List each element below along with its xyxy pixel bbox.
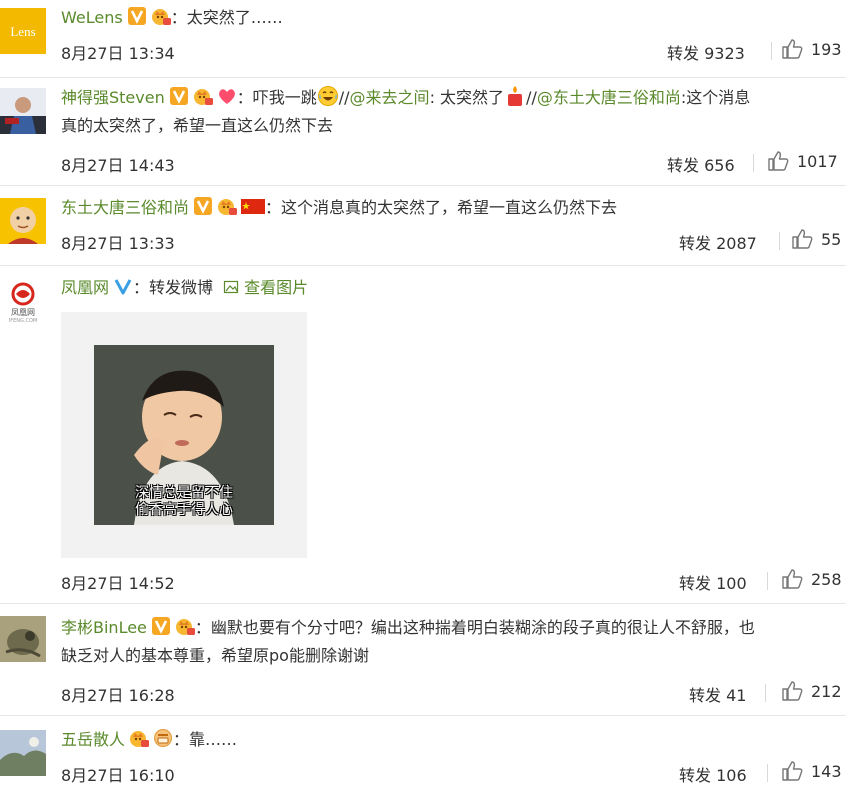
comment-text: :这个消息 [680, 88, 751, 107]
comment-item: 李彬BinLee ：幽默也要有个分寸吧？编出这种揣着明白装糊涂的段子真的很让人不舒… [0, 604, 846, 716]
v-badge-icon[interactable] [193, 196, 213, 216]
v-badge-icon[interactable] [127, 6, 147, 26]
view-image-link[interactable]: 查看图片 [244, 278, 308, 297]
username[interactable]: 李彬BinLee [61, 618, 147, 637]
username[interactable]: 神得强Steven [61, 88, 165, 107]
image-caption: 深情总是留不住 偷香高手得人心 [94, 485, 274, 519]
username[interactable]: 凤凰网 [61, 278, 109, 297]
comment-feed: Lens WeLens ：太突然了…… 8月27日 13:34 转发 9323 1… [0, 0, 846, 787]
comment-item: 神得强Steven ：吓我一跳//@来去之间: 太突然了//@东土大唐三俗和尚:这… [0, 78, 846, 186]
divider [767, 572, 768, 590]
timestamp: 8月27日 16:28 [61, 686, 175, 705]
repost-separator: // [338, 88, 350, 107]
colon: ： [173, 730, 190, 749]
comment-text: 转发微博 [149, 278, 214, 297]
crown-level-icon[interactable] [193, 86, 213, 106]
like-thumb-icon[interactable] [781, 38, 803, 60]
v-badge-icon[interactable] [151, 616, 171, 636]
like-count: 55 [821, 230, 842, 249]
divider [767, 764, 768, 782]
repost-button[interactable]: 转发 2087 [679, 230, 757, 254]
comment-item: Lens WeLens ：太突然了…… 8月27日 13:34 转发 9323 1… [0, 0, 846, 78]
china-flag-icon[interactable] [241, 196, 266, 216]
repost-button[interactable]: 转发 41 [689, 682, 746, 706]
timestamp: 8月27日 13:34 [61, 44, 175, 63]
crown-level-icon[interactable] [217, 196, 238, 216]
comment-text-line2: 缺乏对人的基本尊重，希望原po能删除谢谢 [61, 646, 369, 665]
repost-button[interactable]: 转发 100 [679, 570, 747, 594]
divider [765, 684, 766, 702]
v-badge-icon[interactable] [113, 276, 133, 296]
like-count: 258 [811, 570, 842, 589]
avatar-logo-subtext: IFENG.COM [9, 318, 37, 324]
crown-level-icon[interactable] [129, 728, 150, 748]
comment-item: 东土大唐三俗和尚 ：这个消息真的太突然了，希望一直这么仍然下去 8月27日 13:… [0, 186, 846, 266]
like-count: 1017 [797, 152, 838, 171]
timestamp: 8月27日 14:43 [61, 156, 175, 175]
comment-text: 太突然了…… [186, 8, 283, 27]
username[interactable]: WeLens [61, 8, 123, 27]
laugh-cry-emoji [317, 85, 339, 107]
comment-text: 这个消息真的太突然了，希望一直这么仍然下去 [281, 198, 618, 217]
comment-text: : 太突然了 [429, 88, 505, 107]
colon: ： [133, 278, 150, 297]
colon: ： [194, 618, 211, 637]
colon: ： [265, 198, 282, 217]
colon: ： [236, 88, 253, 107]
avatar[interactable]: Lens [0, 8, 46, 54]
attached-photo[interactable]: 深情总是留不住 偷香高手得人心 [94, 345, 274, 525]
colon: ： [170, 8, 187, 27]
username[interactable]: 五岳散人 [61, 730, 125, 749]
repost-separator: // [526, 88, 537, 107]
divider [771, 42, 772, 60]
v-badge-icon[interactable] [169, 86, 189, 106]
picture-icon [223, 279, 239, 295]
member-badge-icon[interactable] [153, 728, 173, 748]
like-count: 193 [811, 40, 842, 59]
heart-icon[interactable] [217, 86, 237, 106]
repost-button[interactable]: 转发 106 [679, 762, 747, 786]
timestamp: 8月27日 13:33 [61, 234, 175, 253]
like-thumb-icon[interactable] [791, 228, 813, 250]
timestamp: 8月27日 16:10 [61, 766, 175, 785]
comment-item: 凤凰网 IFENG.COM 凤凰网 ：转发微博 查看图片 深情总是留不住 偷香高… [0, 266, 846, 604]
comment-text: 吓我一跳 [252, 88, 317, 107]
mention-link[interactable]: @东土大唐三俗和尚 [537, 88, 681, 107]
attached-image-thumbnail[interactable]: 深情总是留不住 偷香高手得人心 [61, 312, 307, 558]
username[interactable]: 东土大唐三俗和尚 [61, 198, 189, 217]
repost-button[interactable]: 转发 9323 [667, 40, 745, 64]
like-thumb-icon[interactable] [781, 568, 803, 590]
like-thumb-icon[interactable] [767, 150, 789, 172]
comment-item: 五岳散人 ：靠…… 8月27日 16:10 转发 106 143 [0, 716, 846, 787]
image-caption-line-2: 偷香高手得人心 [135, 502, 233, 518]
like-thumb-icon[interactable] [781, 680, 803, 702]
divider [779, 232, 780, 250]
like-count: 212 [811, 682, 842, 701]
avatar[interactable]: 凤凰网 IFENG.COM [0, 278, 46, 324]
avatar[interactable] [0, 88, 46, 134]
repost-button[interactable]: 转发 656 [667, 152, 735, 176]
divider [753, 154, 754, 172]
crown-level-icon[interactable] [151, 6, 171, 26]
comment-text: 靠…… [189, 730, 238, 749]
avatar-logo-text: Lens [10, 24, 35, 39]
candle-emoji [504, 85, 526, 107]
like-count: 143 [811, 762, 842, 781]
avatar-logo-text: 凤凰网 [11, 308, 35, 317]
image-caption-line-1: 深情总是留不住 [135, 485, 233, 501]
mention-link[interactable]: @来去之间 [350, 88, 430, 107]
comment-text-line2: 真的太突然了，希望一直这么仍然下去 [61, 116, 334, 135]
crown-level-icon[interactable] [175, 616, 195, 636]
avatar[interactable] [0, 198, 46, 244]
avatar[interactable] [0, 730, 46, 776]
timestamp: 8月27日 14:52 [61, 574, 175, 593]
comment-text: 幽默也要有个分寸吧？编出这种揣着明白装糊涂的段子真的很让人不舒服，也 [210, 618, 755, 637]
like-thumb-icon[interactable] [781, 760, 803, 782]
avatar[interactable] [0, 616, 46, 662]
